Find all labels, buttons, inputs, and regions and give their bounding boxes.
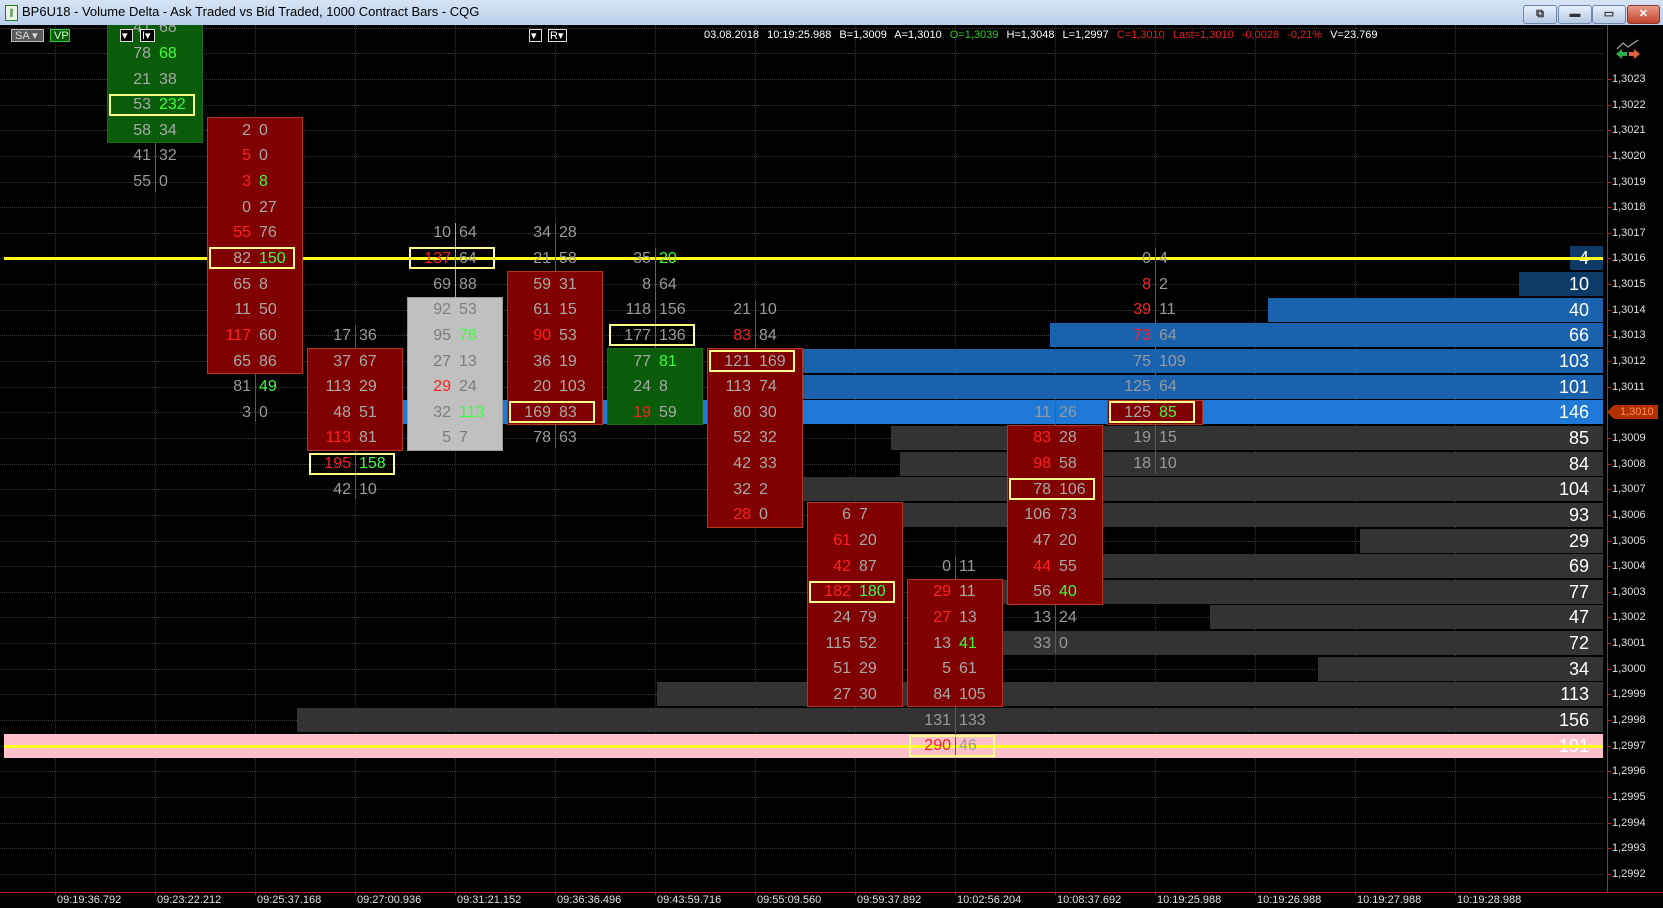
time-axis-tick <box>1355 892 1356 895</box>
info-close: C=1,3010 <box>1116 29 1165 41</box>
info-change-pct: -0,21% <box>1287 29 1323 41</box>
time-axis-tick <box>55 892 56 895</box>
close-button[interactable]: ✕ <box>1627 5 1660 24</box>
time-axis-tick <box>755 892 756 895</box>
time-axis-tick <box>455 892 456 895</box>
info-time: 10:19:25.988 <box>767 29 832 41</box>
info-ask: A=1,3010 <box>894 29 942 41</box>
time-axis-label: 09:23:22.212 <box>157 894 222 906</box>
interval-dropdown-button[interactable]: I▾ <box>140 29 155 42</box>
time-axis[interactable]: 09:19:36.792 09:23:22.212 09:25:37.168 09:2… <box>0 25 1663 908</box>
time-axis-label: 10:19:25.988 <box>1157 894 1222 906</box>
time-axis-tick <box>355 892 356 895</box>
time-axis-tick <box>1255 892 1256 895</box>
minimize-button[interactable]: ▬ <box>1558 5 1592 24</box>
time-axis-tick <box>1455 892 1456 895</box>
dropdown-button[interactable]: ▾ <box>529 29 542 42</box>
info-open: O=1,3039 <box>949 29 999 41</box>
time-axis-label: 10:19:26.988 <box>1257 894 1322 906</box>
time-axis-tick <box>1155 892 1156 895</box>
info-high: H=1,3048 <box>1006 29 1055 41</box>
time-axis-label: 10:02:56.204 <box>957 894 1022 906</box>
sa-label: SA <box>15 30 30 42</box>
dropdown-button[interactable]: ▾ <box>120 29 133 42</box>
time-axis-tick <box>255 892 256 895</box>
time-axis-label: 09:31:21.152 <box>457 894 522 906</box>
maximize-icon: ▭ <box>1603 8 1615 20</box>
volume-profile-toggle[interactable]: VP <box>50 29 70 42</box>
detach-button[interactable]: ⧉ <box>1523 5 1557 24</box>
time-axis-tick <box>155 892 156 895</box>
info-last: Last=1,3010 <box>1172 29 1234 41</box>
time-axis-label: 10:08:37.692 <box>1057 894 1122 906</box>
app-icon: ⫼ <box>5 5 18 21</box>
close-icon: ✕ <box>1638 8 1649 20</box>
time-axis-label: 09:55:09.560 <box>757 894 822 906</box>
time-axis-label: 10:19:28.988 <box>1457 894 1522 906</box>
time-axis-label: 09:27:00.936 <box>357 894 422 906</box>
time-axis-label: 09:36:36.496 <box>557 894 622 906</box>
minimize-icon: ▬ <box>1569 8 1581 20</box>
time-axis-label: 09:43:59.716 <box>657 894 722 906</box>
time-axis-tick <box>955 892 956 895</box>
info-bid: B=1,3009 <box>839 29 887 41</box>
time-axis-tick <box>855 892 856 895</box>
time-axis-label: 10:19:27.988 <box>1357 894 1422 906</box>
chevron-down-icon: ▾ <box>32 30 38 42</box>
study-selector-button[interactable]: SA ▾ <box>11 29 44 42</box>
time-axis-label: 09:19:36.792 <box>57 894 122 906</box>
range-dropdown-button[interactable]: R▾ <box>548 29 567 42</box>
title-bar: ⫼ BP6U18 - Volume Delta - Ask Traded vs … <box>0 0 1663 26</box>
info-low: L=1,2997 <box>1062 29 1109 41</box>
time-axis-label: 09:25:37.168 <box>257 894 322 906</box>
detach-icon: ⧉ <box>1536 8 1544 20</box>
info-volume: V=23.769 <box>1330 29 1378 41</box>
footprint-chart[interactable]: 4104066103101146858410493296977477234113… <box>0 25 1663 908</box>
time-axis-tick <box>1055 892 1056 895</box>
time-axis-tick <box>655 892 656 895</box>
quote-info-bar: 03.08.2018 10:19:25.988 B=1,3009 A=1,301… <box>704 29 1382 41</box>
window-title: BP6U18 - Volume Delta - Ask Traded vs Bi… <box>22 4 480 19</box>
trade-tool-icon[interactable] <box>1614 39 1642 61</box>
info-change: -0,0028 <box>1241 29 1280 41</box>
info-date: 03.08.2018 <box>704 29 760 41</box>
maximize-button[interactable]: ▭ <box>1592 5 1626 24</box>
time-axis-label: 09:59:37.892 <box>857 894 922 906</box>
time-axis-tick <box>555 892 556 895</box>
